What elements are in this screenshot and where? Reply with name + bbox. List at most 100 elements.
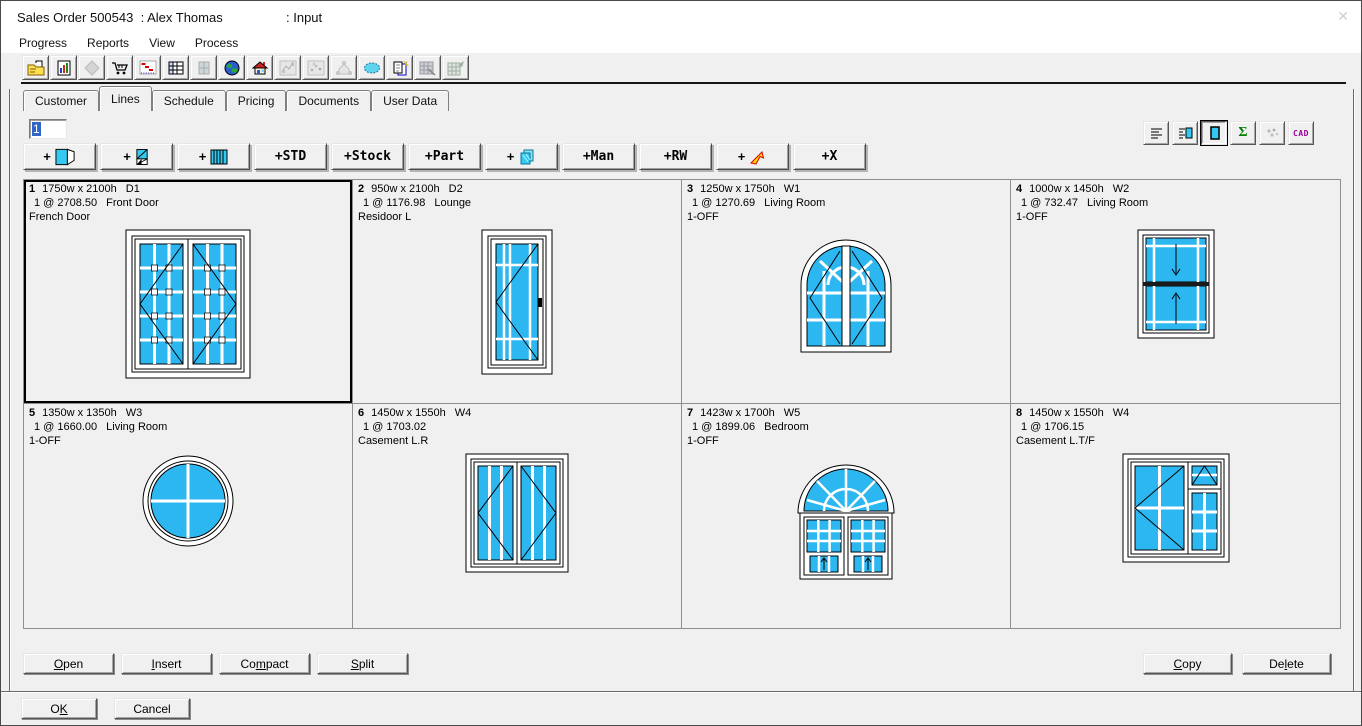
add-part-button[interactable]: +Part [408,143,481,170]
split-button[interactable]: Split [317,653,408,674]
add-arrow-button[interactable]: + [716,143,789,170]
window-only-icon [1206,125,1223,141]
chart-export-icon [447,60,465,76]
toolbar-button-color-chart[interactable] [274,55,301,80]
toolbar-button-window-pane[interactable] [190,55,217,80]
tab-lines[interactable]: Lines [99,86,152,111]
panel-right-edge [1353,89,1354,691]
gantt-schedule-icon [139,60,157,76]
tab-strip: Customer Lines Schedule Pricing Document… [23,85,449,111]
line-actions-right: Copy Delete [1143,653,1331,674]
toolbar-button-chart-export[interactable] [442,55,469,80]
add-x-button[interactable]: +X [793,143,866,170]
line-1-header: 11750w x 2100hD1 [24,180,352,196]
toolbar-button-grid-wand[interactable] [414,55,441,80]
line-6-price: 1 @ 1703.02 [353,420,681,434]
line-5-price: 1 @ 1660.00Living Room [24,420,352,434]
toolbar-button-cart[interactable] [106,55,133,80]
toolbar-button-table[interactable] [162,55,189,80]
toolbar-button-report-chart[interactable] [50,55,77,80]
copy-button[interactable]: Copy [1143,653,1232,674]
tab-customer[interactable]: Customer [23,90,99,111]
view-window-only-button[interactable] [1201,121,1227,145]
globe-icon [223,60,241,76]
line-item-5[interactable]: 51350w x 1350hW3 1 @ 1660.00Living Room … [24,404,353,628]
line-1-price: 1 @ 2708.50Front Door [24,196,352,210]
add-vent-button[interactable]: + [100,143,173,170]
view-sum-button[interactable]: Σ [1230,121,1256,145]
drawing-casement-lr [353,448,681,628]
scatter-chart-icon [307,60,325,76]
add-glass-button[interactable]: + [485,143,558,170]
toolbar-button-house[interactable] [246,55,273,80]
window-title: Sales Order 500543 : Alex Thomas [17,10,223,25]
menu-progress[interactable]: Progress [9,34,77,53]
shopping-cart-icon [111,60,129,76]
menu-view[interactable]: View [139,34,185,53]
line-item-6[interactable]: 61450w x 1550hW4 1 @ 1703.02 Casement L.… [353,404,682,628]
line-item-2[interactable]: 2950w x 2100hD2 1 @ 1176.98Lounge Resido… [353,180,682,404]
line-8-header: 81450w x 1550hW4 [1011,404,1340,420]
add-grid-button[interactable]: + [177,143,250,170]
add-stock-button[interactable]: +Stock [331,143,404,170]
line-3-header: 31250w x 1750hW1 [682,180,1010,196]
view-text-lines-button[interactable] [1143,121,1169,145]
line-4-desc: 1-OFF [1011,210,1340,224]
ok-button[interactable]: OK [21,698,97,719]
view-lines-window-button[interactable] [1172,121,1198,145]
line-item-4[interactable]: 41000w x 1450hW2 1 @ 732.47Living Room 1… [1011,180,1340,404]
menu-process[interactable]: Process [185,34,248,53]
toolbar-button-globe[interactable] [218,55,245,80]
toolbar-button-network[interactable] [330,55,357,80]
cancel-button[interactable]: Cancel [114,698,190,719]
open-button[interactable]: Open [23,653,114,674]
line-item-7[interactable]: 71423w x 1700hW5 1 @ 1899.06Bedroom 1-OF… [682,404,1011,628]
toolbar-divider [21,82,1346,84]
drawing-arch-fanlight [682,448,1010,628]
tab-schedule[interactable]: Schedule [152,90,226,111]
add-grid-label: + [199,149,207,164]
menu-reports[interactable]: Reports [77,34,139,53]
close-icon[interactable]: ✕ [1337,8,1349,25]
view-color-dots-button[interactable] [1259,121,1285,145]
copy-notes-icon [391,60,409,76]
add-window-label: + [43,149,51,164]
line-4-price: 1 @ 732.47Living Room [1011,196,1340,210]
insert-button[interactable]: Insert [121,653,212,674]
line-4-header: 41000w x 1450hW2 [1011,180,1340,196]
tab-user-data[interactable]: User Data [371,90,449,111]
line-item-1[interactable]: 11750w x 2100hD1 1 @ 2708.50Front Door F… [24,180,353,404]
add-std-button[interactable]: +STD [254,143,327,170]
tab-documents[interactable]: Documents [286,90,371,111]
window-pane-icon [195,60,213,76]
add-vent-label: + [123,149,131,164]
tab-pricing[interactable]: Pricing [226,90,287,111]
toolbar-button-copy-notes[interactable] [386,55,413,80]
add-rw-button[interactable]: +RW [639,143,712,170]
table-grid-icon [167,60,185,76]
line-item-8[interactable]: 81450w x 1550hW4 1 @ 1706.15 Casement L.… [1011,404,1340,628]
toolbar-button-ellipse[interactable] [358,55,385,80]
line-actions-left: Open Insert Compact Split [23,653,408,674]
sigma-icon: Σ [1238,125,1247,141]
add-man-button[interactable]: +Man [562,143,635,170]
toolbar-button-scatter[interactable] [302,55,329,80]
line-number-input[interactable]: 1 [29,119,67,139]
toolbar-button-gantt[interactable] [134,55,161,80]
drawing-french-door [24,224,352,403]
add-window-button[interactable]: + [23,143,96,170]
line-8-desc: Casement L.T/F [1011,434,1340,448]
line-5-header: 51350w x 1350hW3 [24,404,352,420]
color-chart-icon [279,60,297,76]
line-item-3[interactable]: 31250w x 1750hW1 1 @ 1270.69Living Room … [682,180,1011,404]
toolbar-button-diamond[interactable] [78,55,105,80]
toolbar-button-open-order[interactable] [22,55,49,80]
line-2-header: 2950w x 2100hD2 [353,180,681,196]
compact-button[interactable]: Compact [219,653,310,674]
menu-bar: Progress Reports View Process [1,33,1361,53]
delete-button[interactable]: Delete [1242,653,1331,674]
view-cad-button[interactable]: CAD [1288,121,1314,145]
drawing-circle-window [24,448,352,628]
cad-icon: CAD [1293,129,1309,138]
panel-bottom-edge [1,691,1361,692]
